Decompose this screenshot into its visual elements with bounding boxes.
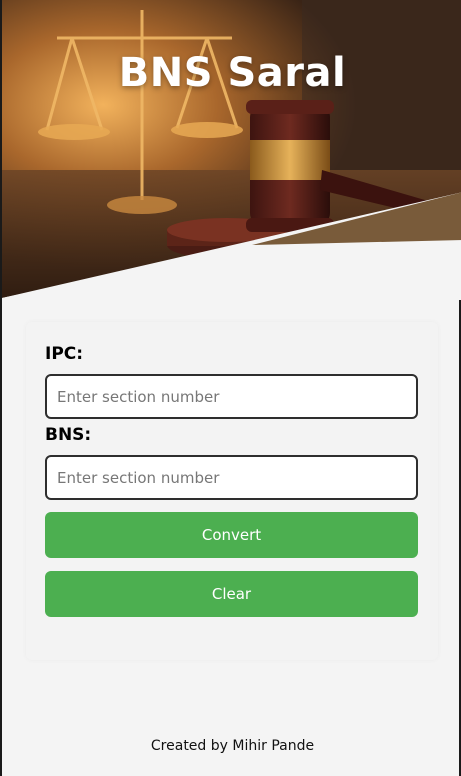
ipc-section-input[interactable] xyxy=(45,374,418,419)
bns-section-input[interactable] xyxy=(45,455,418,500)
ipc-label: IPC: xyxy=(45,344,84,364)
courtroom-scales-gavel-image xyxy=(2,0,461,300)
hero-banner: BNS Saral xyxy=(2,0,461,300)
app-title: BNS Saral xyxy=(118,50,347,96)
footer-credit: Created by Mihir Pande xyxy=(150,738,315,754)
bns-label: BNS: xyxy=(45,425,92,445)
clear-button[interactable]: Clear xyxy=(45,571,418,617)
convert-button[interactable]: Convert xyxy=(45,512,418,558)
